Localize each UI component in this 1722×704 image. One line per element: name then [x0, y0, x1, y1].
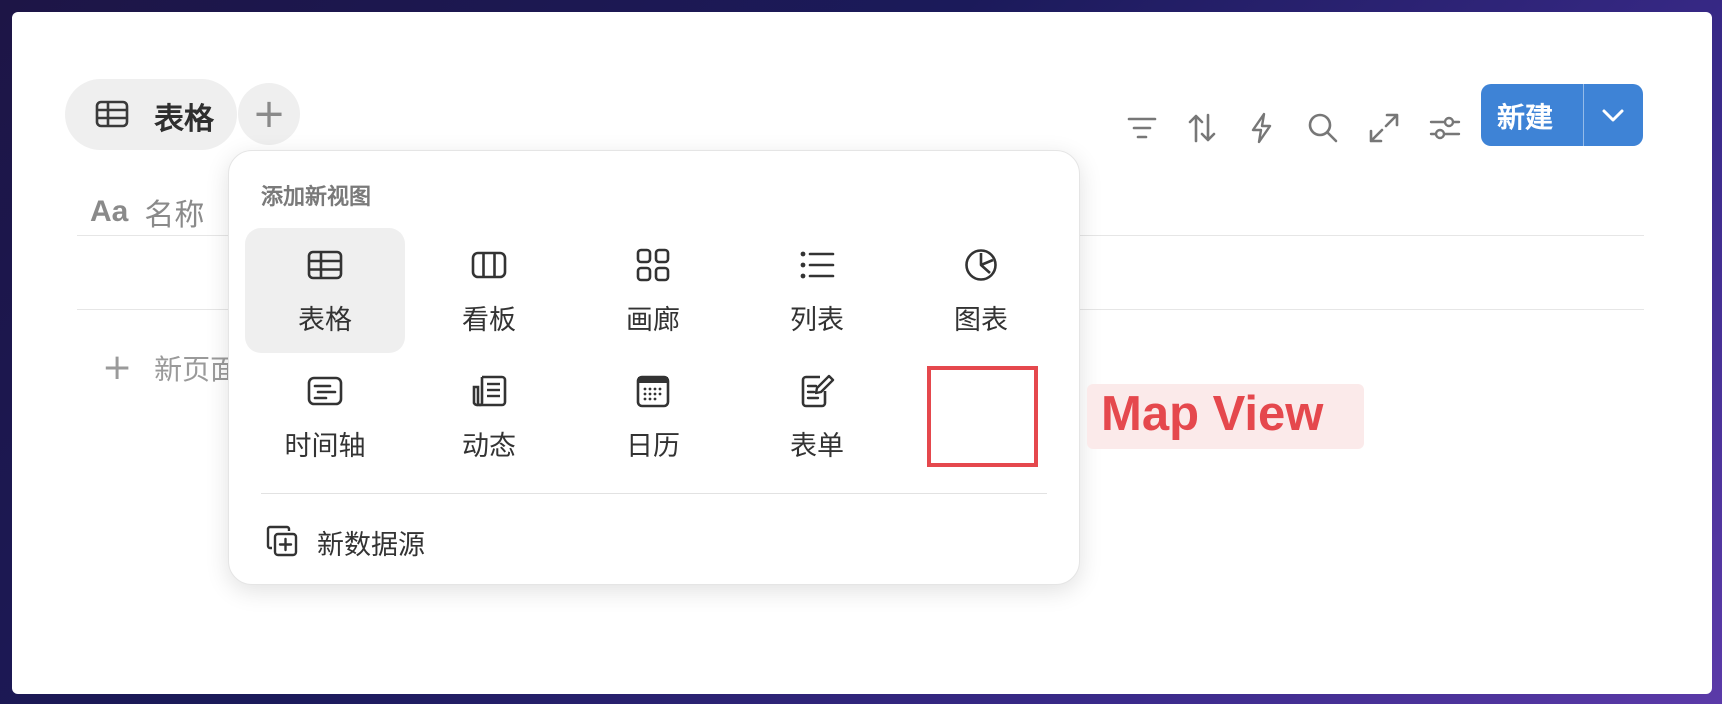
table-icon	[95, 100, 129, 132]
chevron-down-icon[interactable]	[1599, 103, 1627, 131]
settings-sliders-icon[interactable]	[1428, 111, 1462, 145]
view-option-chart[interactable]: 图表	[901, 228, 1061, 353]
popup-divider	[261, 493, 1047, 494]
new-button-divider	[1583, 84, 1584, 146]
annotation-label: Map View	[1087, 384, 1364, 449]
view-option-list[interactable]: 列表	[737, 228, 897, 353]
view-option-label: 表单	[790, 431, 844, 462]
view-option-label: 图表	[954, 305, 1008, 336]
add-view-button[interactable]: +	[238, 83, 300, 145]
feed-icon	[470, 374, 508, 412]
view-option-gallery[interactable]: 画廊	[573, 228, 733, 353]
view-option-label: 列表	[790, 305, 844, 336]
view-option-label: 看板	[462, 305, 516, 336]
filter-icon[interactable]	[1125, 111, 1159, 145]
popup-title: 添加新视图	[261, 185, 372, 210]
sort-icon[interactable]	[1185, 111, 1219, 145]
view-option-timeline[interactable]: 时间轴	[245, 354, 405, 479]
new-data-source-label: 新数据源	[317, 530, 425, 561]
new-page-button[interactable]: + 新页面	[102, 348, 238, 388]
column-header-label: 名称	[144, 198, 205, 233]
new-button[interactable]: 新建	[1481, 84, 1643, 146]
view-tab-label: 表格	[154, 102, 214, 137]
new-page-label: 新页面	[154, 353, 239, 386]
list-icon	[798, 248, 836, 286]
view-option-label: 动态	[462, 431, 516, 462]
view-option-label: 画廊	[626, 305, 680, 336]
table-icon	[306, 248, 344, 286]
view-option-calendar[interactable]: 日历	[573, 354, 733, 479]
chart-pie-icon	[962, 248, 1000, 286]
form-icon	[798, 374, 836, 412]
board-icon	[470, 248, 508, 286]
column-header-name[interactable]: Aa 名称	[90, 190, 204, 234]
new-button-label: 新建	[1497, 101, 1554, 134]
automation-bolt-icon[interactable]	[1245, 111, 1279, 145]
search-icon[interactable]	[1306, 111, 1340, 145]
view-option-label: 日历	[626, 431, 680, 462]
annotation-text: Map View	[1101, 387, 1324, 441]
map-view-slot-highlight[interactable]	[927, 366, 1038, 467]
view-option-label: 表格	[298, 305, 352, 336]
gallery-icon	[634, 248, 672, 286]
expand-icon[interactable]	[1367, 111, 1401, 145]
view-option-feed[interactable]: 动态	[409, 354, 569, 479]
view-tab-table[interactable]: 表格	[65, 79, 237, 150]
add-source-icon	[265, 524, 299, 562]
view-option-board[interactable]: 看板	[409, 228, 569, 353]
view-option-label: 时间轴	[284, 431, 366, 462]
timeline-icon	[306, 374, 344, 412]
calendar-icon	[634, 374, 672, 412]
view-option-form[interactable]: 表单	[737, 354, 897, 479]
new-data-source-button[interactable]: 新数据源	[265, 523, 425, 562]
text-type-icon: Aa	[90, 195, 129, 228]
plus-icon: +	[102, 347, 133, 388]
view-option-table[interactable]: 表格	[245, 228, 405, 353]
